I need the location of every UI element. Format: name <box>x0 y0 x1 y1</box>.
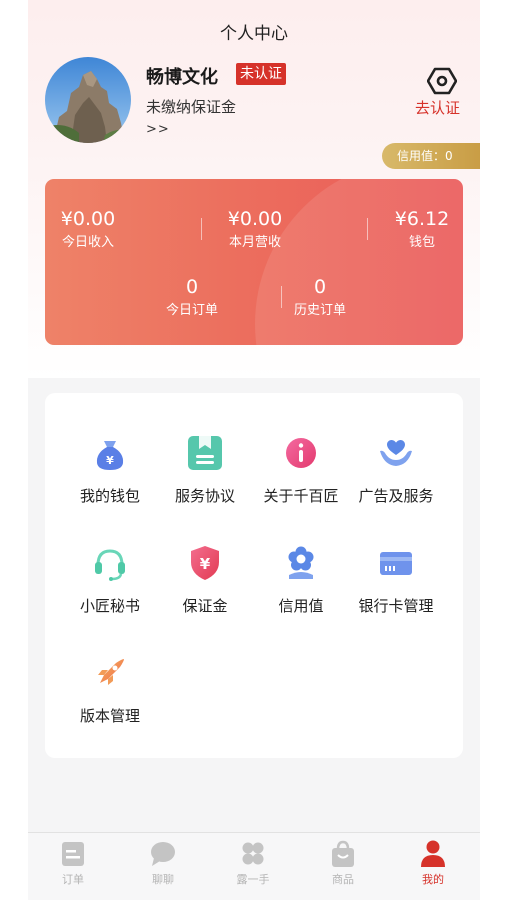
stat-value: 0 <box>185 276 199 298</box>
stat-label: 本月营收 <box>228 235 281 250</box>
tab-orders[interactable]: 订单 <box>38 839 108 887</box>
menu-label: 服务协议 <box>174 487 235 505</box>
tab-mine[interactable]: 我的 <box>398 839 468 887</box>
tab-bar: 订单 聊聊 露一手 商品 我的 <box>28 832 480 900</box>
flower-badge-icon <box>288 546 314 579</box>
menu-credit[interactable]: 信用值 <box>251 543 351 616</box>
decorative-circle <box>255 179 463 345</box>
menu-label: 信用值 <box>278 597 324 615</box>
stats-card: ¥0.00 今日收入 ¥0.00 本月营收 ¥6.12 钱包 0 今日订单 0 … <box>45 179 463 345</box>
verify-button[interactable]: 去认证 <box>415 97 460 118</box>
menu-version[interactable]: 版本管理 <box>60 653 160 726</box>
headset-icon <box>95 549 125 581</box>
tab-label: 露一手 <box>236 873 270 886</box>
stat-today-income[interactable]: ¥0.00 今日收入 <box>53 207 123 252</box>
stat-label: 今日订单 <box>165 303 218 318</box>
stat-divider <box>367 218 368 240</box>
stat-today-orders[interactable]: 0 今日订单 <box>157 275 227 320</box>
tab-showcase[interactable]: 露一手 <box>218 839 288 887</box>
stat-divider <box>281 286 282 308</box>
tab-products[interactable]: 商品 <box>308 839 378 887</box>
menu-card: ¥ 我的钱包 服务协议 关于千百匠 广告及服务 小匠秘书 ¥ 保证金 信用值 银… <box>45 393 463 758</box>
menu-ads-services[interactable]: 广告及服务 <box>346 433 446 506</box>
menu-label: 广告及服务 <box>358 487 434 505</box>
tab-label: 订单 <box>62 873 84 886</box>
menu-about[interactable]: 关于千百匠 <box>251 433 351 506</box>
stat-wallet[interactable]: ¥6.12 钱包 <box>387 207 457 252</box>
menu-bank-card[interactable]: 银行卡管理 <box>346 543 446 616</box>
tab-label: 商品 <box>332 873 354 886</box>
profile-icon <box>421 840 445 867</box>
document-icon <box>188 436 222 470</box>
menu-deposit[interactable]: ¥ 保证金 <box>155 543 255 616</box>
page-title: 个人中心 <box>220 24 288 44</box>
user-name: 畅博文化 <box>146 67 218 88</box>
rocket-icon <box>96 659 124 687</box>
stat-divider <box>201 218 202 240</box>
stat-month-revenue[interactable]: ¥0.00 本月营收 <box>220 207 290 252</box>
shield-yen-icon: ¥ <box>191 546 219 580</box>
credit-value-tag[interactable]: 信用值：0 <box>382 143 480 169</box>
cert-status-badge: 未认证 <box>236 63 286 85</box>
stat-history-orders[interactable]: 0 历史订单 <box>285 275 355 320</box>
svg-text:¥: ¥ <box>106 454 114 467</box>
tab-label: 聊聊 <box>152 873 174 886</box>
stat-label: 今日收入 <box>61 235 114 250</box>
stat-label: 钱包 <box>408 235 435 250</box>
menu-label: 小匠秘书 <box>79 597 140 615</box>
menu-label: 版本管理 <box>79 707 140 725</box>
stat-value: 0 <box>313 276 327 298</box>
stat-value: ¥0.00 <box>60 208 116 230</box>
menu-label: 保证金 <box>182 597 228 615</box>
chat-icon <box>151 842 175 866</box>
tab-chat[interactable]: 聊聊 <box>128 839 198 887</box>
money-bag-icon: ¥ <box>96 441 124 470</box>
svg-text:¥: ¥ <box>200 555 211 573</box>
bank-card-icon <box>380 552 412 575</box>
showcase-icon <box>242 842 264 865</box>
hexagon-eye-icon[interactable] <box>427 67 457 95</box>
tab-label: 我的 <box>422 873 444 886</box>
menu-secretary[interactable]: 小匠秘书 <box>60 543 160 616</box>
menu-label: 我的钱包 <box>79 487 140 505</box>
avatar[interactable] <box>45 57 131 143</box>
menu-label: 银行卡管理 <box>358 597 434 615</box>
menu-service-agreement[interactable]: 服务协议 <box>155 433 255 506</box>
stat-label: 历史订单 <box>293 303 346 318</box>
deposit-status: 未缴纳保证金 <box>146 98 237 116</box>
profile-screen: 个人中心 畅博文化 未认证 未缴纳保证金 >> 去认证 信用值：0 ¥0.00 … <box>28 0 480 900</box>
profile-more-link[interactable]: >> <box>146 122 170 137</box>
menu-my-wallet[interactable]: ¥ 我的钱包 <box>60 433 160 506</box>
order-icon <box>62 842 84 866</box>
shopping-bag-icon <box>332 840 354 867</box>
stat-value: ¥0.00 <box>227 208 283 230</box>
menu-label: 关于千百匠 <box>263 487 339 505</box>
stat-value: ¥6.12 <box>394 208 450 230</box>
info-icon <box>286 438 316 468</box>
heart-hands-icon <box>380 440 412 466</box>
